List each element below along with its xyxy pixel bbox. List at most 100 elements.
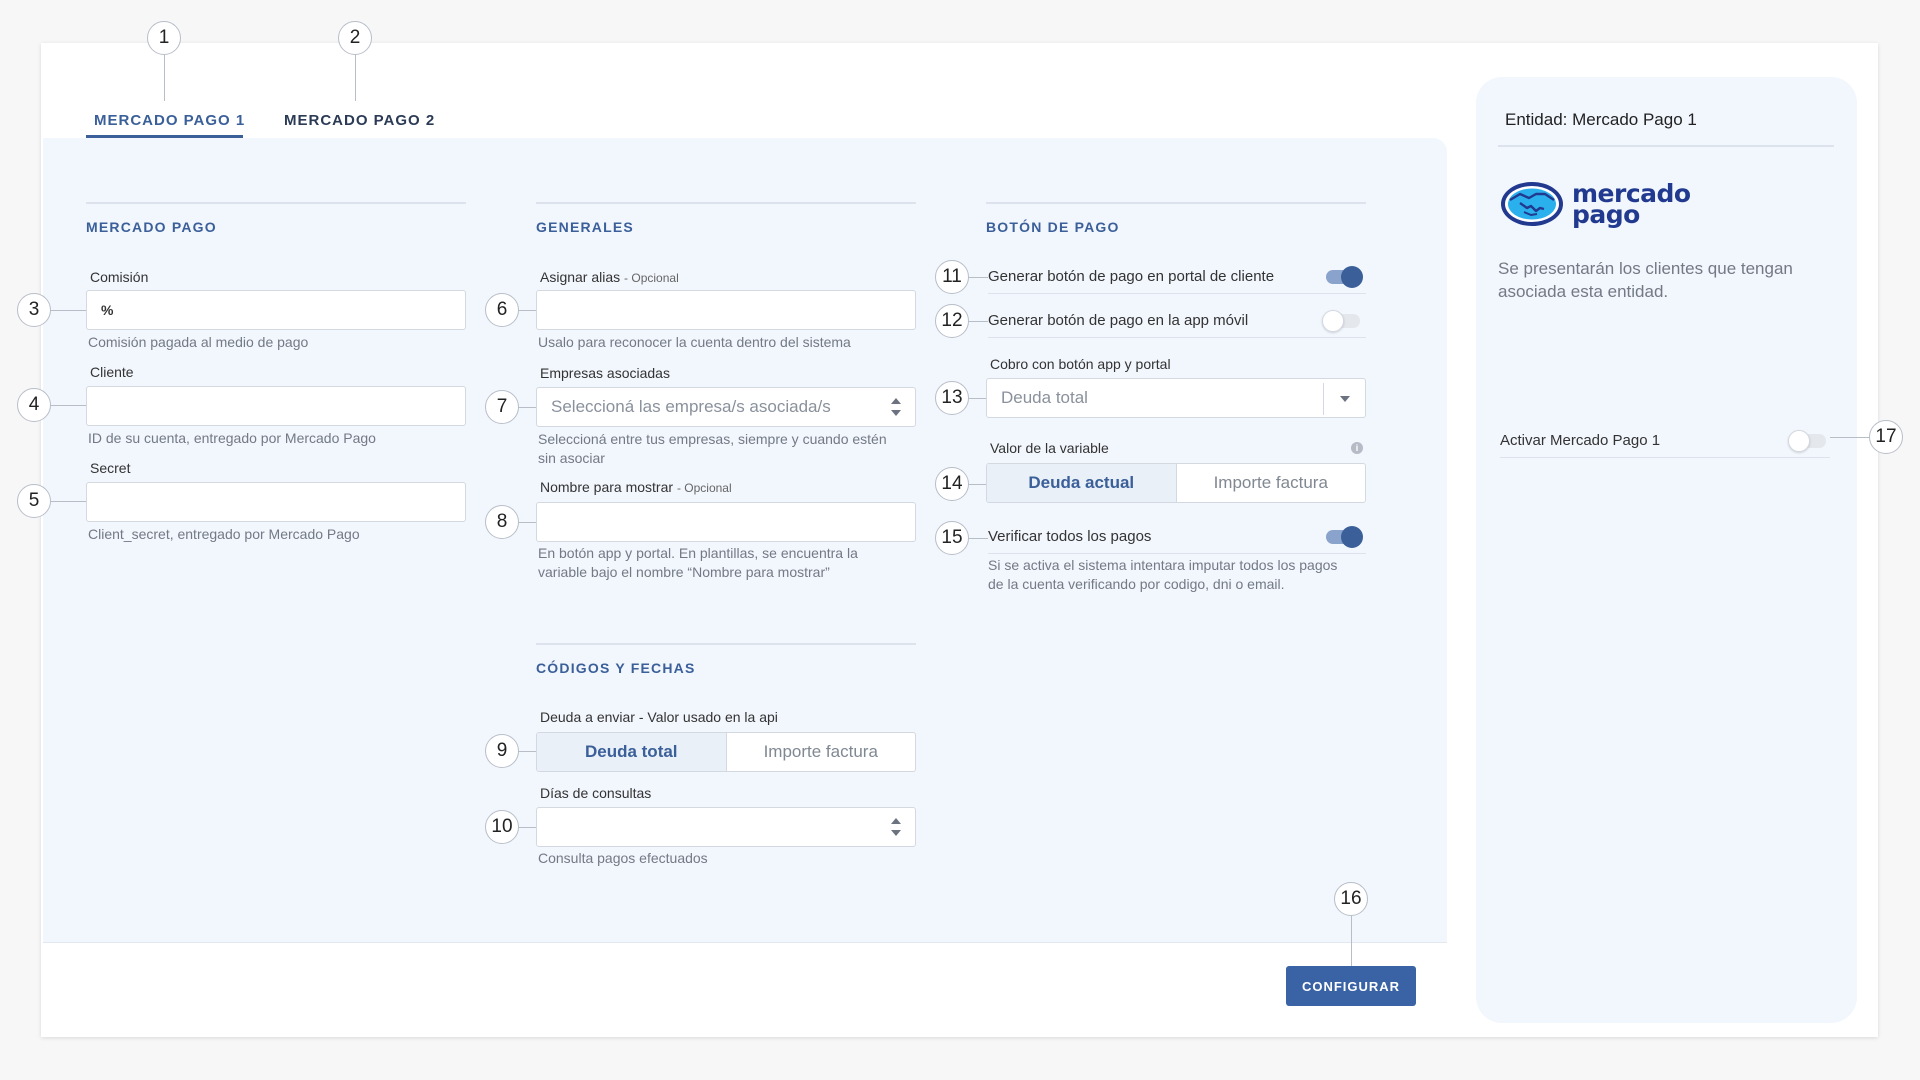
callout-6: 6 xyxy=(485,293,519,327)
portal-toggle-label: Generar botón de pago en portal de clien… xyxy=(988,268,1275,285)
info-icon[interactable]: i xyxy=(1351,442,1363,454)
callout-14: 14 xyxy=(935,467,969,501)
alias-label-text: Asignar alias xyxy=(540,269,621,285)
callout-leader xyxy=(518,310,536,311)
tab-mercado-pago-2[interactable]: MERCADO PAGO 2 xyxy=(284,112,435,137)
nombre-help: En botón app y portal. En plantillas, se… xyxy=(538,544,858,582)
empresas-help-line-1: Seleccioná entre tus empresas, siempre y… xyxy=(538,431,887,447)
tab-mercado-pago-1[interactable]: MERCADO PAGO 1 xyxy=(94,112,245,137)
chevron-up-icon[interactable] xyxy=(891,398,901,404)
callout-11: 11 xyxy=(935,260,969,294)
callout-12: 12 xyxy=(935,304,969,338)
callout-4: 4 xyxy=(17,388,51,422)
activar-toggle-label: Activar Mercado Pago 1 xyxy=(1500,432,1661,449)
toggle-row-app: Generar botón de pago en la app móvil xyxy=(988,304,1366,338)
cliente-input[interactable] xyxy=(86,386,466,426)
chevron-down-icon[interactable] xyxy=(1339,396,1350,402)
alias-input[interactable] xyxy=(536,290,916,330)
section-title-codigos: CÓDIGOS Y FECHAS xyxy=(536,660,696,676)
callout-15: 15 xyxy=(935,521,969,555)
cobro-select[interactable]: Deuda total xyxy=(986,378,1366,418)
cobro-value: Deuda total xyxy=(1001,388,1088,407)
configurar-button[interactable]: CONFIGURAR xyxy=(1286,966,1416,1006)
verificar-help: Si se activa el sistema intentara imputa… xyxy=(988,556,1337,594)
toggle-knob xyxy=(1341,525,1363,548)
callout-leader xyxy=(518,522,536,523)
callout-8: 8 xyxy=(485,505,519,539)
section-divider xyxy=(536,643,916,645)
deuda-option-importe[interactable]: Importe factura xyxy=(727,733,916,771)
deuda-segmented-control: Deuda total Importe factura xyxy=(536,732,916,772)
handshake-logo-icon xyxy=(1501,182,1563,226)
chevron-down-icon[interactable] xyxy=(891,830,901,836)
dias-input[interactable] xyxy=(536,807,916,847)
chevron-down-icon[interactable] xyxy=(891,410,901,416)
variable-option-importe[interactable]: Importe factura xyxy=(1177,464,1366,502)
secret-input[interactable] xyxy=(86,482,466,522)
callout-16: 16 xyxy=(1334,882,1368,916)
nombre-label-text: Nombre para mostrar xyxy=(540,479,674,495)
variable-option-actual[interactable]: Deuda actual xyxy=(987,464,1177,502)
verificar-help-line-2: de la cuenta verificando por codigo, dni… xyxy=(988,576,1285,592)
callout-2: 2 xyxy=(338,21,372,55)
callout-10: 10 xyxy=(485,810,519,844)
callout-leader xyxy=(968,321,988,322)
secret-label: Secret xyxy=(90,460,131,476)
empresas-label: Empresas asociadas xyxy=(540,365,670,381)
section-title-boton-pago: BOTÓN DE PAGO xyxy=(986,219,1120,235)
toggle-knob xyxy=(1341,265,1363,288)
callout-13: 13 xyxy=(935,381,969,415)
empresas-help: Seleccioná entre tus empresas, siempre y… xyxy=(538,430,887,468)
callout-9: 9 xyxy=(485,734,519,768)
mercado-pago-logo: mercado pago xyxy=(1500,181,1691,227)
comision-help: Comisión pagada al medio de pago xyxy=(88,334,309,350)
toggle-knob xyxy=(1788,429,1810,452)
section-title-mercado-pago: MERCADO PAGO xyxy=(86,219,217,235)
entity-title: Entidad: Mercado Pago 1 xyxy=(1505,110,1697,129)
callout-1: 1 xyxy=(147,21,181,55)
nombre-input[interactable] xyxy=(536,502,916,542)
empresas-select[interactable]: Seleccioná las empresa/s asociada/s xyxy=(536,387,916,427)
toggle-row-verificar: Verificar todos los pagos xyxy=(988,520,1366,554)
cliente-help: ID de su cuenta, entregado por Mercado P… xyxy=(88,430,376,446)
cliente-label: Cliente xyxy=(90,364,134,380)
verificar-toggle[interactable] xyxy=(1326,525,1363,548)
callout-leader xyxy=(355,55,356,101)
nombre-help-line-1: En botón app y portal. En plantillas, se… xyxy=(538,545,858,561)
empresas-help-line-2: sin asociar xyxy=(538,450,605,466)
callout-5: 5 xyxy=(17,484,51,518)
section-title-generales: GENERALES xyxy=(536,219,634,235)
cobro-label: Cobro con botón app y portal xyxy=(990,356,1171,372)
callout-leader xyxy=(1830,437,1870,438)
secret-help: Client_secret, entregado por Mercado Pag… xyxy=(88,526,360,542)
chevron-up-icon[interactable] xyxy=(891,818,901,824)
callout-leader xyxy=(50,501,86,502)
section-divider xyxy=(86,202,466,204)
deuda-label: Deuda a enviar - Valor usado en la api xyxy=(540,709,778,725)
variable-label: Valor de la variable xyxy=(990,440,1109,456)
nombre-label: Nombre para mostrar - Opcional xyxy=(540,479,732,495)
dropdown-toggle[interactable] xyxy=(1323,383,1365,415)
comision-input[interactable]: % xyxy=(86,290,466,330)
deuda-option-total[interactable]: Deuda total xyxy=(537,733,727,771)
callout-leader xyxy=(518,407,536,408)
app-toggle-label: Generar botón de pago en la app móvil xyxy=(988,312,1249,329)
callout-leader xyxy=(518,751,536,752)
verificar-help-line-1: Si se activa el sistema intentara imputa… xyxy=(988,557,1338,573)
verificar-toggle-label: Verificar todos los pagos xyxy=(988,528,1152,545)
section-divider xyxy=(986,202,1366,204)
alias-help: Usalo para reconocer la cuenta dentro de… xyxy=(538,334,851,350)
side-divider xyxy=(1498,145,1834,147)
variable-segmented-control: Deuda actual Importe factura xyxy=(986,463,1366,503)
portal-toggle[interactable] xyxy=(1326,265,1363,288)
entity-description: Se presentarán los clientes que tengan a… xyxy=(1498,259,1793,301)
toggle-row-portal: Generar botón de pago en portal de clien… xyxy=(988,260,1366,294)
activar-toggle[interactable] xyxy=(1788,429,1826,452)
callout-17: 17 xyxy=(1869,420,1903,454)
alias-label: Asignar alias - Opcional xyxy=(540,269,679,285)
app-toggle[interactable] xyxy=(1322,309,1360,332)
callout-leader xyxy=(968,398,986,399)
empresas-spinner[interactable] xyxy=(877,388,915,426)
dias-spinner[interactable] xyxy=(877,808,915,846)
callout-3: 3 xyxy=(17,293,51,327)
